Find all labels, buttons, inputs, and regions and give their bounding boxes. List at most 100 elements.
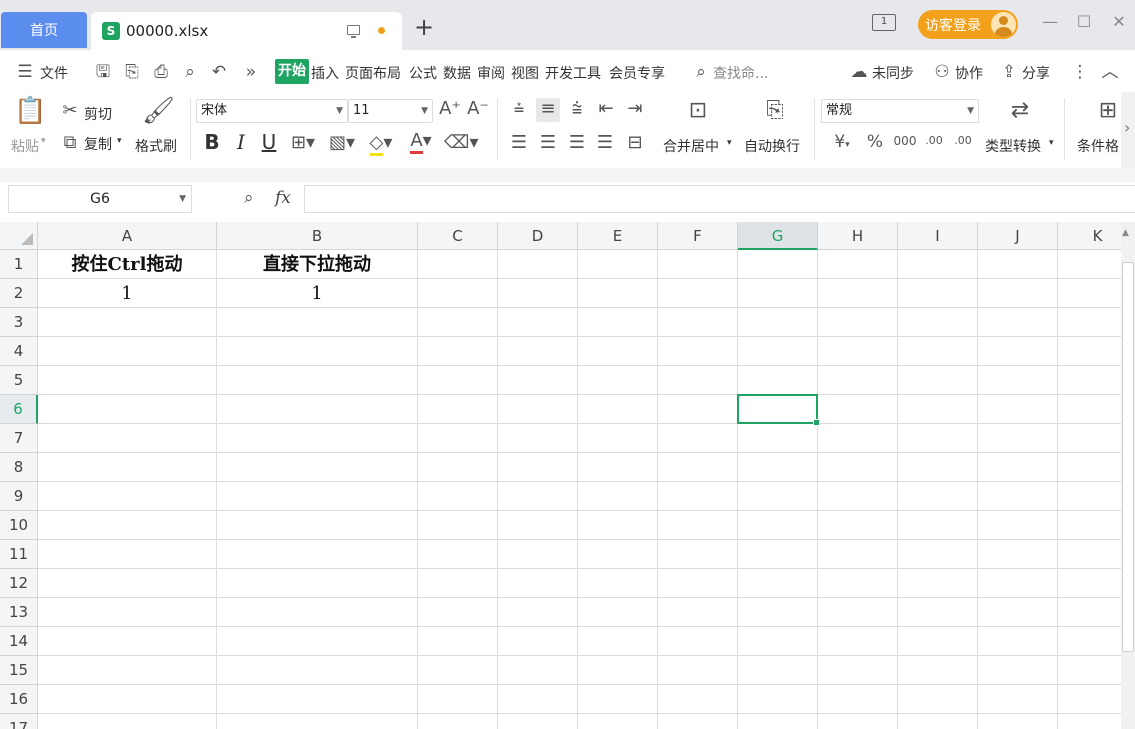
cell-D8[interactable] (498, 453, 578, 482)
cell-F15[interactable] (658, 656, 738, 685)
increase-decimal-button[interactable]: .00 (922, 134, 946, 156)
cell-E17[interactable] (578, 714, 658, 729)
cell-D1[interactable] (498, 250, 578, 279)
cell-H6[interactable] (818, 395, 898, 424)
cell-D3[interactable] (498, 308, 578, 337)
cell-E15[interactable] (578, 656, 658, 685)
cell-H11[interactable] (818, 540, 898, 569)
cell-F4[interactable] (658, 337, 738, 366)
cell-J9[interactable] (978, 482, 1058, 511)
cell-C17[interactable] (418, 714, 498, 729)
cell-B2[interactable]: 1 (217, 279, 418, 308)
tab-page-layout[interactable]: 页面布局 (345, 63, 401, 83)
cell-I12[interactable] (898, 569, 978, 598)
more-quick-icon[interactable]: » (240, 61, 262, 83)
new-tab-button[interactable]: + (412, 15, 436, 39)
column-header-C[interactable]: C (418, 222, 498, 250)
thousands-separator-button[interactable]: 000 (892, 134, 918, 156)
cell-J3[interactable] (978, 308, 1058, 337)
merge-dropdown-icon[interactable]: ▾ (727, 138, 732, 148)
type-convert-dropdown-icon[interactable]: ▾ (1049, 138, 1054, 148)
cell-F12[interactable] (658, 569, 738, 598)
file-tab[interactable]: S 00000.xlsx (91, 12, 402, 50)
cell-I8[interactable] (898, 453, 978, 482)
cell-B12[interactable] (217, 569, 418, 598)
cell-J8[interactable] (978, 453, 1058, 482)
column-header-A[interactable]: A (38, 222, 217, 250)
cell-H15[interactable] (818, 656, 898, 685)
format-painter-button[interactable]: 格式刷 (135, 136, 177, 156)
guest-login-button[interactable]: 访客登录 (918, 10, 1018, 39)
cell-J14[interactable] (978, 627, 1058, 656)
tab-insert[interactable]: 插入 (311, 63, 339, 83)
hamburger-icon[interactable]: ☰ (14, 61, 36, 83)
cell-C14[interactable] (418, 627, 498, 656)
column-header-B[interactable]: B (217, 222, 418, 250)
cell-D17[interactable] (498, 714, 578, 729)
cell-B8[interactable] (217, 453, 418, 482)
cell-E6[interactable] (578, 395, 658, 424)
tab-home[interactable]: 开始 (275, 59, 309, 84)
format-painter-icon[interactable]: 🖌 (142, 96, 175, 130)
cell-C10[interactable] (418, 511, 498, 540)
cell-J5[interactable] (978, 366, 1058, 395)
row-header-6[interactable]: 6 (0, 395, 38, 424)
cell-H3[interactable] (818, 308, 898, 337)
copy-button[interactable]: 复制 (84, 134, 112, 154)
maximize-icon[interactable]: ☐ (1074, 12, 1094, 32)
export-pdf-icon[interactable]: ⎘ (121, 61, 143, 83)
cell-E13[interactable] (578, 598, 658, 627)
cell-I6[interactable] (898, 395, 978, 424)
cell-G16[interactable] (738, 685, 818, 714)
border-icon[interactable]: ⊞▾ (287, 132, 319, 154)
cell-E4[interactable] (578, 337, 658, 366)
cell-B11[interactable] (217, 540, 418, 569)
cell-C8[interactable] (418, 453, 498, 482)
cell-D16[interactable] (498, 685, 578, 714)
row-header-14[interactable]: 14 (0, 627, 38, 656)
align-bottom-icon[interactable]: ⩭ (566, 98, 588, 120)
cell-F16[interactable] (658, 685, 738, 714)
share-button[interactable]: 分享 (1022, 63, 1050, 83)
sync-status[interactable]: 未同步 (872, 63, 914, 83)
cell-E11[interactable] (578, 540, 658, 569)
cell-F1[interactable] (658, 250, 738, 279)
cell-D10[interactable] (498, 511, 578, 540)
cell-D12[interactable] (498, 569, 578, 598)
cell-F3[interactable] (658, 308, 738, 337)
spreadsheet-grid[interactable]: A B C D E F G H I J K 1 按住Ctrl拖动 直接下拉拖动 2 1 1 3 4 5 6 7 8 9 10 11… (0, 222, 1135, 729)
italic-button[interactable]: I (230, 130, 252, 154)
cell-F13[interactable] (658, 598, 738, 627)
tab-developer[interactable]: 开发工具 (545, 63, 601, 83)
collapse-ribbon-icon[interactable]: ︿ (1099, 61, 1121, 83)
copy-dropdown-icon[interactable]: ▾ (117, 136, 122, 146)
cell-E14[interactable] (578, 627, 658, 656)
monitor-icon[interactable] (347, 25, 360, 38)
cell-I14[interactable] (898, 627, 978, 656)
row-header-15[interactable]: 15 (0, 656, 38, 685)
cut-button[interactable]: 剪切 (84, 104, 112, 124)
cell-F8[interactable] (658, 453, 738, 482)
cell-style-icon[interactable]: ▧▾ (326, 132, 358, 154)
cell-C7[interactable] (418, 424, 498, 453)
cell-C6[interactable] (418, 395, 498, 424)
paste-dropdown-icon[interactable]: ▾ (41, 136, 46, 146)
merge-center-button[interactable]: 合并居中 (663, 136, 719, 156)
cell-J2[interactable] (978, 279, 1058, 308)
cell-I5[interactable] (898, 366, 978, 395)
align-left-icon[interactable]: ☰ (508, 132, 530, 154)
justify-icon[interactable]: ☰ (594, 132, 616, 154)
cell-G3[interactable] (738, 308, 818, 337)
row-header-16[interactable]: 16 (0, 685, 38, 714)
cell-J13[interactable] (978, 598, 1058, 627)
cell-G2[interactable] (738, 279, 818, 308)
cell-B17[interactable] (217, 714, 418, 729)
cell-I16[interactable] (898, 685, 978, 714)
cell-E3[interactable] (578, 308, 658, 337)
cell-B6[interactable] (217, 395, 418, 424)
cell-G14[interactable] (738, 627, 818, 656)
column-header-J[interactable]: J (978, 222, 1058, 250)
save-icon[interactable]: 🖫 (92, 61, 114, 83)
cell-A2[interactable]: 1 (38, 279, 217, 308)
wrap-text-button[interactable]: 自动换行 (744, 136, 800, 156)
